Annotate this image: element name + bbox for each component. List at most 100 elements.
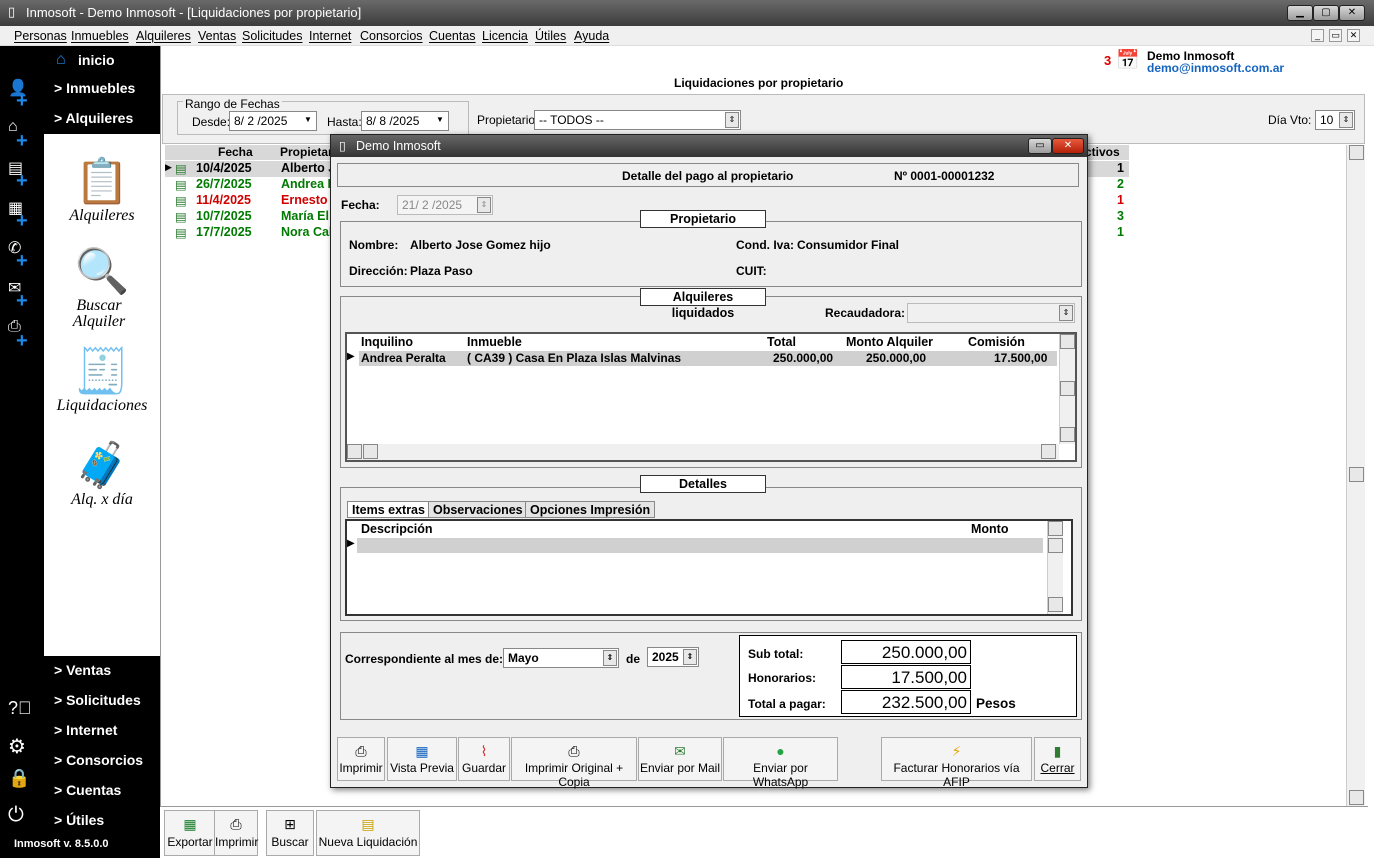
menu-consorcios[interactable]: Consorcios	[360, 29, 423, 43]
power-icon[interactable]: ⏻	[8, 804, 24, 827]
help-icon[interactable]: ?⃝	[8, 698, 32, 719]
nav-utiles[interactable]: > Útiles	[54, 812, 104, 828]
col-activos[interactable]: ctivos	[1085, 145, 1120, 159]
module-alquileres[interactable]: 📋 Alquileres	[44, 156, 160, 224]
enviar-whatsapp-button[interactable]: ● Enviar por WhatsApp	[723, 737, 838, 789]
imprimir-list-button[interactable]: ⎙ Imprimir	[214, 810, 258, 856]
nav-internet[interactable]: > Internet	[54, 722, 117, 738]
scroll-thumb[interactable]	[1349, 467, 1364, 482]
col-monto-alquiler[interactable]: Monto Alquiler	[846, 335, 933, 349]
imprimir-original-copia-button[interactable]: ⎙ Imprimir Original + Copia	[511, 737, 637, 789]
scroll-thumb[interactable]	[1048, 538, 1063, 553]
alquileres-vertical-scrollbar[interactable]	[1059, 334, 1075, 444]
module-buscar-alquiler[interactable]: 🔍 Buscar Alquiler	[44, 246, 160, 330]
notification-count[interactable]: 3	[1104, 53, 1111, 68]
enviar-mail-button[interactable]: ✉ Enviar por Mail	[638, 737, 722, 781]
nav-inmuebles[interactable]: > Inmuebles	[54, 80, 135, 96]
module-liquidaciones[interactable]: 🧾 Liquidaciones	[44, 346, 160, 414]
menu-licencia[interactable]: Licencia	[482, 29, 528, 43]
facturar-afip-button[interactable]: ⚡ Facturar Honorarios vía AFIP	[881, 737, 1032, 789]
scroll-thumb[interactable]	[1060, 381, 1075, 396]
cerrar-button[interactable]: ▮ Cerrar	[1034, 737, 1081, 781]
tab-items-extras[interactable]: Items extras	[347, 501, 430, 518]
detalles-vertical-scrollbar[interactable]	[1047, 521, 1063, 614]
dialog-maximize-button[interactable]: ▭	[1028, 138, 1052, 154]
minimize-button[interactable]: ▁	[1287, 5, 1313, 21]
calendar-clock-icon[interactable]: 📅	[1116, 48, 1140, 72]
nav-cuentas[interactable]: > Cuentas	[54, 782, 121, 798]
col-monto[interactable]: Monto	[971, 522, 1008, 536]
tab-observaciones[interactable]: Observaciones	[428, 501, 528, 518]
scroll-left-button[interactable]	[347, 444, 362, 459]
alquileres-horizontal-scrollbar[interactable]	[347, 444, 1059, 460]
nueva-liquidacion-button[interactable]: ▤ Nueva Liquidación	[316, 810, 420, 856]
spin-icon[interactable]: ⇕	[603, 650, 617, 666]
scroll-up-button[interactable]	[1060, 334, 1075, 349]
col-inmueble[interactable]: Inmueble	[467, 335, 522, 349]
gear-icon[interactable]: ⚙	[8, 734, 26, 759]
menu-personas[interactable]: Personas	[14, 29, 67, 43]
propietario-label: Propietario:	[477, 113, 539, 127]
col-fecha[interactable]: Fecha	[218, 145, 253, 159]
chevron-down-icon[interactable]: ▼	[433, 113, 447, 129]
nav-consorcios[interactable]: > Consorcios	[54, 752, 143, 768]
table-row[interactable]: ▶ Andrea Peralta ( CA39 ) Casa En Plaza …	[347, 351, 1057, 366]
hasta-date-picker[interactable]: 8/ 8 /2025 ▼	[361, 111, 449, 131]
chevron-down-icon[interactable]: ▼	[301, 113, 315, 129]
scroll-up-button[interactable]	[1048, 521, 1063, 536]
user-email[interactable]: demo@inmosoft.com.ar	[1147, 61, 1284, 75]
tab-opciones-impresion[interactable]: Opciones Impresión	[525, 501, 656, 518]
menu-utiles[interactable]: Útiles	[535, 29, 566, 43]
spin-icon[interactable]: ⇕	[1339, 112, 1353, 128]
menu-ayuda[interactable]: Ayuda	[574, 29, 609, 43]
exportar-button[interactable]: ▦ Exportar	[164, 810, 216, 856]
fecha-date-picker[interactable]: 21/ 2 /2025 ⇕	[397, 195, 493, 215]
guardar-button[interactable]: ⌇ Guardar	[458, 737, 510, 781]
nav-solicitudes[interactable]: > Solicitudes	[54, 692, 141, 708]
mdi-minimize-button[interactable]: _	[1311, 29, 1324, 42]
spin-icon[interactable]: ⇕	[725, 112, 739, 128]
col-inquilino[interactable]: Inquilino	[361, 335, 413, 349]
imprimir-button[interactable]: ⎙ Imprimir	[337, 737, 385, 781]
spin-icon[interactable]: ⇕	[477, 197, 491, 213]
menu-solicitudes[interactable]: Solicitudes	[242, 29, 302, 43]
menu-internet[interactable]: Internet	[309, 29, 351, 43]
dialog-close-button[interactable]: ✕	[1052, 138, 1084, 154]
mes-select[interactable]: Mayo ⇕	[503, 648, 619, 668]
mdi-close-button[interactable]: ✕	[1347, 29, 1360, 42]
desde-date-picker[interactable]: 8/ 2 /2025 ▼	[229, 111, 317, 131]
scroll-down-button[interactable]	[1060, 427, 1075, 442]
maximize-button[interactable]: ▢	[1313, 5, 1339, 21]
col-comision[interactable]: Comisión	[968, 335, 1025, 349]
module-alq-x-dia[interactable]: 🧳 Alq. x día	[44, 440, 160, 508]
nav-alquileres[interactable]: > Alquileres	[54, 110, 133, 126]
scroll-up-button[interactable]	[1349, 145, 1364, 160]
menu-ventas[interactable]: Ventas	[198, 29, 236, 43]
scroll-down-button[interactable]	[1349, 790, 1364, 805]
nav-ventas[interactable]: > Ventas	[54, 662, 111, 678]
scroll-thumb[interactable]	[363, 444, 378, 459]
col-propietario[interactable]: Propietar	[280, 145, 333, 159]
close-button[interactable]: ✕	[1339, 5, 1365, 21]
scroll-down-button[interactable]	[1048, 597, 1063, 612]
menu-alquileres[interactable]: Alquileres	[136, 29, 191, 43]
col-total[interactable]: Total	[767, 335, 796, 349]
spin-icon[interactable]: ⇕	[1059, 305, 1073, 321]
dia-vto-label: Día Vto:	[1268, 113, 1312, 127]
anio-stepper[interactable]: 2025 ⇕	[647, 647, 699, 667]
dia-vto-stepper[interactable]: 10 ⇕	[1315, 110, 1355, 130]
list-vertical-scrollbar[interactable]	[1346, 145, 1365, 806]
menu-cuentas[interactable]: Cuentas	[429, 29, 476, 43]
recaudadora-select[interactable]: ⇕	[907, 303, 1075, 323]
spin-icon[interactable]: ⇕	[683, 649, 697, 665]
nav-inicio[interactable]: inicio	[78, 52, 115, 68]
table-row[interactable]: ▶	[347, 538, 1043, 553]
propietario-select[interactable]: -- TODOS -- ⇕	[534, 110, 741, 130]
menu-inmuebles[interactable]: Inmuebles	[71, 29, 129, 43]
scroll-right-button[interactable]	[1041, 444, 1056, 459]
mdi-restore-button[interactable]: ▭	[1329, 29, 1342, 42]
buscar-button[interactable]: ⊞ Buscar	[266, 810, 314, 856]
lock-icon[interactable]: 🔒	[8, 768, 30, 789]
col-descripcion[interactable]: Descripción	[361, 522, 433, 536]
vista-previa-button[interactable]: ▦ Vista Previa	[387, 737, 457, 781]
